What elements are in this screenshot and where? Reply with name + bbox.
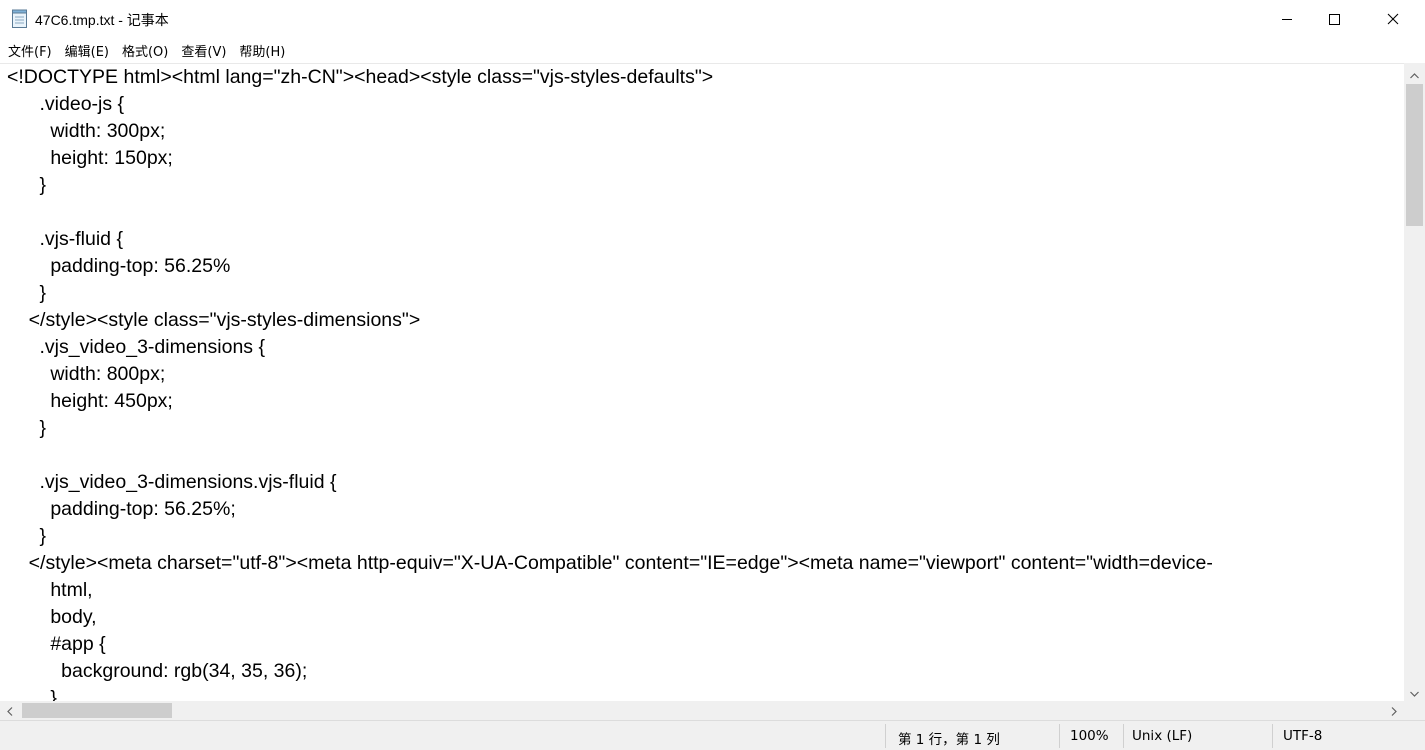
editor-line: </style><style class="vjs-styles-dimensi…: [7, 309, 421, 331]
maximize-icon: [1328, 13, 1340, 25]
editor-line: }: [7, 525, 47, 547]
status-bar: 第 1 行，第 1 列 100% Unix (LF) UTF-8: [0, 720, 1425, 750]
maximize-button[interactable]: [1311, 0, 1357, 38]
close-icon: [1387, 13, 1399, 25]
text-editor[interactable]: <!DOCTYPE html><html lang="zh-CN"><head>…: [0, 63, 1404, 701]
notepad-icon: [11, 9, 29, 29]
chevron-up-icon: [1410, 64, 1419, 83]
editor-line: </style><meta charset="utf-8"><meta http…: [7, 552, 1213, 574]
chevron-left-icon: [7, 701, 13, 720]
vertical-scroll-thumb[interactable]: [1406, 84, 1423, 226]
editor-line: <!DOCTYPE html><html lang="zh-CN"><head>…: [7, 66, 714, 88]
editor-line: width: 300px;: [7, 120, 166, 142]
editor-line: padding-top: 56.25%;: [7, 498, 236, 520]
scroll-right-button[interactable]: [1384, 701, 1404, 720]
title-bar[interactable]: 47C6.tmp.txt - 记事本: [0, 0, 1425, 38]
editor-line: }: [7, 687, 57, 701]
line-ending: Unix (LF): [1132, 728, 1193, 744]
minimize-icon: [1281, 13, 1293, 25]
editor-line: #app {: [7, 633, 106, 655]
scroll-up-button[interactable]: [1404, 63, 1425, 83]
window-title: 47C6.tmp.txt - 记事本: [35, 12, 169, 28]
editor-line: .vjs_video_3-dimensions.vjs-fluid {: [7, 471, 337, 493]
editor-line: background: rgb(34, 35, 36);: [7, 660, 308, 682]
chevron-right-icon: [1391, 701, 1397, 720]
menu-view[interactable]: 查看(V): [175, 39, 233, 62]
horizontal-scroll-thumb[interactable]: [22, 703, 172, 718]
editor-line: body,: [7, 606, 97, 628]
editor-line: }: [7, 174, 47, 196]
menu-bar: 文件(F) 编辑(E) 格式(O) 查看(V) 帮助(H): [0, 38, 1425, 62]
status-divider: [885, 724, 886, 748]
close-button[interactable]: [1370, 0, 1416, 38]
editor-line: }: [7, 417, 47, 439]
horizontal-scrollbar[interactable]: [0, 701, 1404, 720]
minimize-button[interactable]: [1264, 0, 1310, 38]
scrollbar-corner: [1404, 701, 1425, 720]
menu-help[interactable]: 帮助(H): [233, 39, 292, 62]
status-divider: [1272, 724, 1273, 748]
editor-line: html,: [7, 579, 93, 601]
menu-format[interactable]: 格式(O): [116, 39, 175, 62]
vertical-scrollbar[interactable]: [1404, 63, 1425, 701]
editor-line: .vjs-fluid {: [7, 228, 123, 250]
menu-file[interactable]: 文件(F): [2, 39, 59, 62]
editor-line: }: [7, 282, 47, 304]
editor-line: height: 150px;: [7, 147, 173, 169]
scroll-down-button[interactable]: [1404, 681, 1425, 701]
encoding: UTF-8: [1283, 728, 1323, 744]
editor-line: width: 800px;: [7, 363, 166, 385]
menu-edit[interactable]: 编辑(E): [59, 39, 116, 62]
chevron-down-icon: [1410, 682, 1419, 701]
editor-line: .video-js {: [7, 93, 125, 115]
editor-line: .vjs_video_3-dimensions {: [7, 336, 265, 358]
editor-line: padding-top: 56.25%: [7, 255, 231, 277]
cursor-position: 第 1 行，第 1 列: [898, 732, 1000, 748]
scroll-left-button[interactable]: [0, 701, 20, 720]
status-divider: [1123, 724, 1124, 748]
zoom-level: 100%: [1070, 728, 1109, 744]
editor-line: height: 450px;: [7, 390, 173, 412]
status-divider: [1059, 724, 1060, 748]
